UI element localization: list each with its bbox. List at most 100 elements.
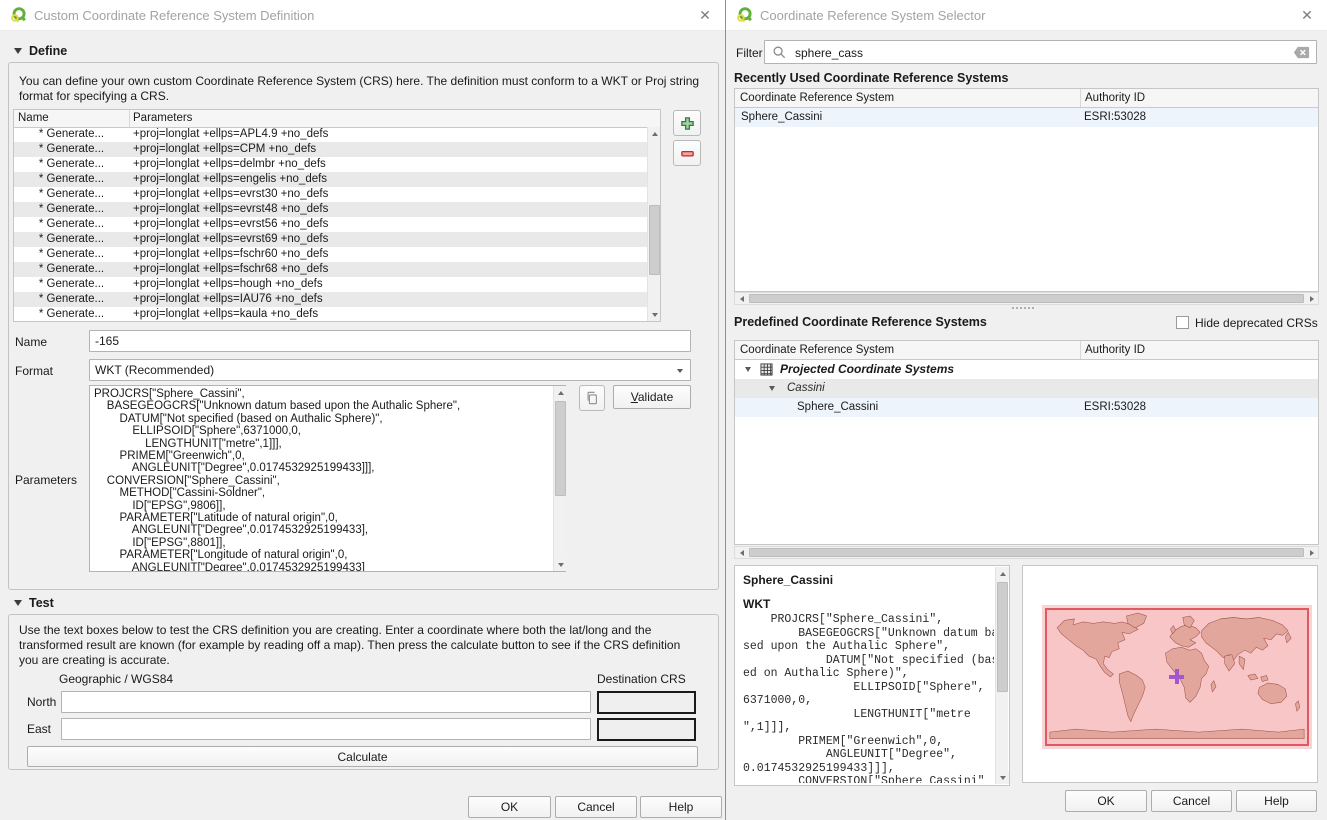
recent-crs-row[interactable]: Sphere_Cassini ESRI:53028 xyxy=(735,108,1318,127)
crs-row-parameters: +proj=longlat +ellps=fschr68 +no_defs xyxy=(133,263,329,275)
column-separator[interactable] xyxy=(1080,89,1081,107)
ok-button[interactable]: OK xyxy=(1065,790,1147,812)
tree-crs-item-row[interactable]: Sphere_Cassini ESRI:53028 xyxy=(735,398,1318,417)
crs-row-parameters: +proj=longlat +ellps=evrst69 +no_defs xyxy=(133,233,329,245)
remove-crs-button[interactable] xyxy=(673,140,701,166)
recent-table-header: Coordinate Reference System Authority ID xyxy=(735,89,1318,108)
crs-row-name: * Generate... xyxy=(38,308,105,320)
col-name: Name xyxy=(18,112,49,124)
cancel-button[interactable]: Cancel xyxy=(555,796,637,818)
crs-row-parameters: +proj=longlat +ellps=CPM +no_defs xyxy=(133,143,317,155)
predefined-table-hscrollbar[interactable] xyxy=(734,546,1319,559)
crs-row-name: * Generate... xyxy=(38,263,105,275)
test-section-header[interactable]: Test xyxy=(14,596,54,610)
expander-icon[interactable] xyxy=(769,386,775,391)
preview-scrollbar[interactable] xyxy=(995,567,1009,784)
crs-row-name: * Generate... xyxy=(38,293,105,305)
crs-row-parameters: +proj=longlat +ellps=evrst56 +no_defs xyxy=(133,218,329,230)
add-crs-button[interactable] xyxy=(673,110,701,136)
custom-crs-table-row[interactable]: * Generate... +proj=longlat +ellps=engel… xyxy=(14,172,647,187)
crs-row-name: * Generate... xyxy=(38,203,105,215)
custom-crs-table-row[interactable]: * Generate... +proj=longlat +ellps=evrst… xyxy=(14,217,647,232)
crs-row-name: * Generate... xyxy=(38,248,105,260)
geographic-label: Geographic / WGS84 xyxy=(59,672,174,686)
crs-row-name: * Generate... xyxy=(38,188,105,200)
parameters-textarea[interactable]: PROJCRS["Sphere_Cassini", BASEGEOGCRS["U… xyxy=(89,385,566,572)
tree-subgroup-row[interactable]: Cassini xyxy=(735,379,1318,398)
crs-row-parameters: +proj=longlat +ellps=engelis +no_defs xyxy=(133,173,328,185)
help-button[interactable]: Help xyxy=(1236,790,1317,812)
custom-crs-table-row[interactable]: * Generate... +proj=longlat +ellps=fschr… xyxy=(14,262,647,277)
custom-crs-table-row[interactable]: * Generate... +proj=longlat +ellps=evrst… xyxy=(14,202,647,217)
validate-button[interactable]: Validate xyxy=(613,385,691,409)
col-crs: Coordinate Reference System xyxy=(740,92,895,104)
cancel-button[interactable]: Cancel xyxy=(1151,790,1232,812)
format-select[interactable]: WKT (Recommended) xyxy=(89,359,691,381)
custom-crs-table-row[interactable]: * Generate... +proj=longlat +ellps=IAU76… xyxy=(14,292,647,307)
north-destination-output xyxy=(597,691,696,714)
define-section-header[interactable]: Define xyxy=(14,44,67,58)
ok-button[interactable]: OK xyxy=(468,796,551,818)
crs-row-parameters: +proj=longlat +ellps=delmbr +no_defs xyxy=(133,158,326,170)
predefined-table-header: Coordinate Reference System Authority ID xyxy=(735,341,1318,360)
tree-group-row[interactable]: Projected Coordinate Systems xyxy=(735,360,1318,379)
custom-crs-table-row[interactable]: * Generate... +proj=longlat +ellps=CPM +… xyxy=(14,142,647,157)
format-selected-value: WKT (Recommended) xyxy=(95,363,215,377)
define-description: You can define your own custom Coordinat… xyxy=(19,74,700,103)
destination-crs-label: Destination CRS xyxy=(597,672,686,686)
north-input[interactable] xyxy=(61,691,591,713)
format-label: Format xyxy=(15,364,54,378)
copy-wkt-button[interactable] xyxy=(579,385,605,411)
crs-row-parameters: +proj=longlat +ellps=evrst30 +no_defs xyxy=(133,188,329,200)
custom-crs-table-row[interactable]: * Generate... +proj=longlat +ellps=evrst… xyxy=(14,187,647,202)
custom-crs-table-row[interactable]: * Generate... +proj=longlat +ellps=delmb… xyxy=(14,157,647,172)
custom-crs-table-row[interactable]: * Generate... +proj=longlat +ellps=kaula… xyxy=(14,307,647,321)
map-preview-panel xyxy=(1022,565,1318,783)
expander-icon[interactable] xyxy=(745,367,751,372)
close-icon[interactable]: ✕ xyxy=(1299,7,1315,23)
crs-row-parameters: +proj=longlat +ellps=APL4.9 +no_defs xyxy=(133,128,329,140)
filter-input[interactable] xyxy=(793,43,1290,63)
custom-crs-table-row[interactable]: * Generate... +proj=longlat +ellps=hough… xyxy=(14,277,647,292)
right-titlebar: Coordinate Reference System Selector ✕ xyxy=(726,0,1327,31)
calculate-button[interactable]: Calculate xyxy=(27,746,698,767)
help-button[interactable]: Help xyxy=(640,796,722,818)
north-label: North xyxy=(27,695,57,709)
custom-crs-table-row[interactable]: * Generate... +proj=longlat +ellps=evrst… xyxy=(14,232,647,247)
crs-row-name: * Generate... xyxy=(38,278,105,290)
col-authority: Authority ID xyxy=(1085,344,1146,356)
close-icon[interactable]: ✕ xyxy=(697,7,713,23)
recent-rows: Sphere_Cassini ESRI:53028 xyxy=(735,108,1318,291)
recent-crs-heading: Recently Used Coordinate Reference Syste… xyxy=(734,71,1009,85)
qgis-logo-icon xyxy=(737,7,752,23)
hide-deprecated-checkbox[interactable] xyxy=(1176,316,1189,329)
crs-row-parameters: +proj=longlat +ellps=hough +no_defs xyxy=(133,278,323,290)
recent-crs-name: Sphere_Cassini xyxy=(741,111,823,123)
clear-filter-icon[interactable] xyxy=(1293,46,1310,59)
custom-crs-table-row[interactable]: * Generate... +proj=longlat +ellps=fschr… xyxy=(14,247,647,262)
col-authority: Authority ID xyxy=(1085,92,1146,104)
parameters-scrollbar[interactable] xyxy=(553,386,567,571)
east-destination-output xyxy=(597,718,696,741)
custom-crs-table: Name Parameters * Generate... +proj=long… xyxy=(13,109,661,322)
crs-table-scrollbar[interactable] xyxy=(647,127,660,321)
tree-subgroup-label: Cassini xyxy=(787,382,825,394)
name-input[interactable] xyxy=(89,330,691,352)
world-map-preview xyxy=(1045,608,1309,746)
tree-crs-name: Sphere_Cassini xyxy=(797,401,879,413)
recent-table-hscrollbar[interactable] xyxy=(734,292,1319,305)
crs-selector-dialog: Coordinate Reference System Selector ✕ F… xyxy=(726,0,1327,820)
custom-crs-table-row[interactable]: * Generate... +proj=longlat +ellps=APL4.… xyxy=(14,127,647,142)
splitter-handle[interactable] xyxy=(1012,307,1034,309)
column-separator[interactable] xyxy=(1080,341,1081,359)
crs-row-name: * Generate... xyxy=(38,233,105,245)
east-label: East xyxy=(27,722,52,736)
column-separator[interactable] xyxy=(129,110,130,127)
custom-crs-rows: * Generate... +proj=longlat +ellps=APL4.… xyxy=(14,127,647,321)
minus-icon xyxy=(680,150,694,156)
filter-searchbox xyxy=(764,40,1317,64)
custom-crs-table-header: Name Parameters xyxy=(14,110,660,128)
east-input[interactable] xyxy=(61,718,591,740)
crs-row-parameters: +proj=longlat +ellps=IAU76 +no_defs xyxy=(133,293,323,305)
name-label: Name xyxy=(15,335,48,349)
